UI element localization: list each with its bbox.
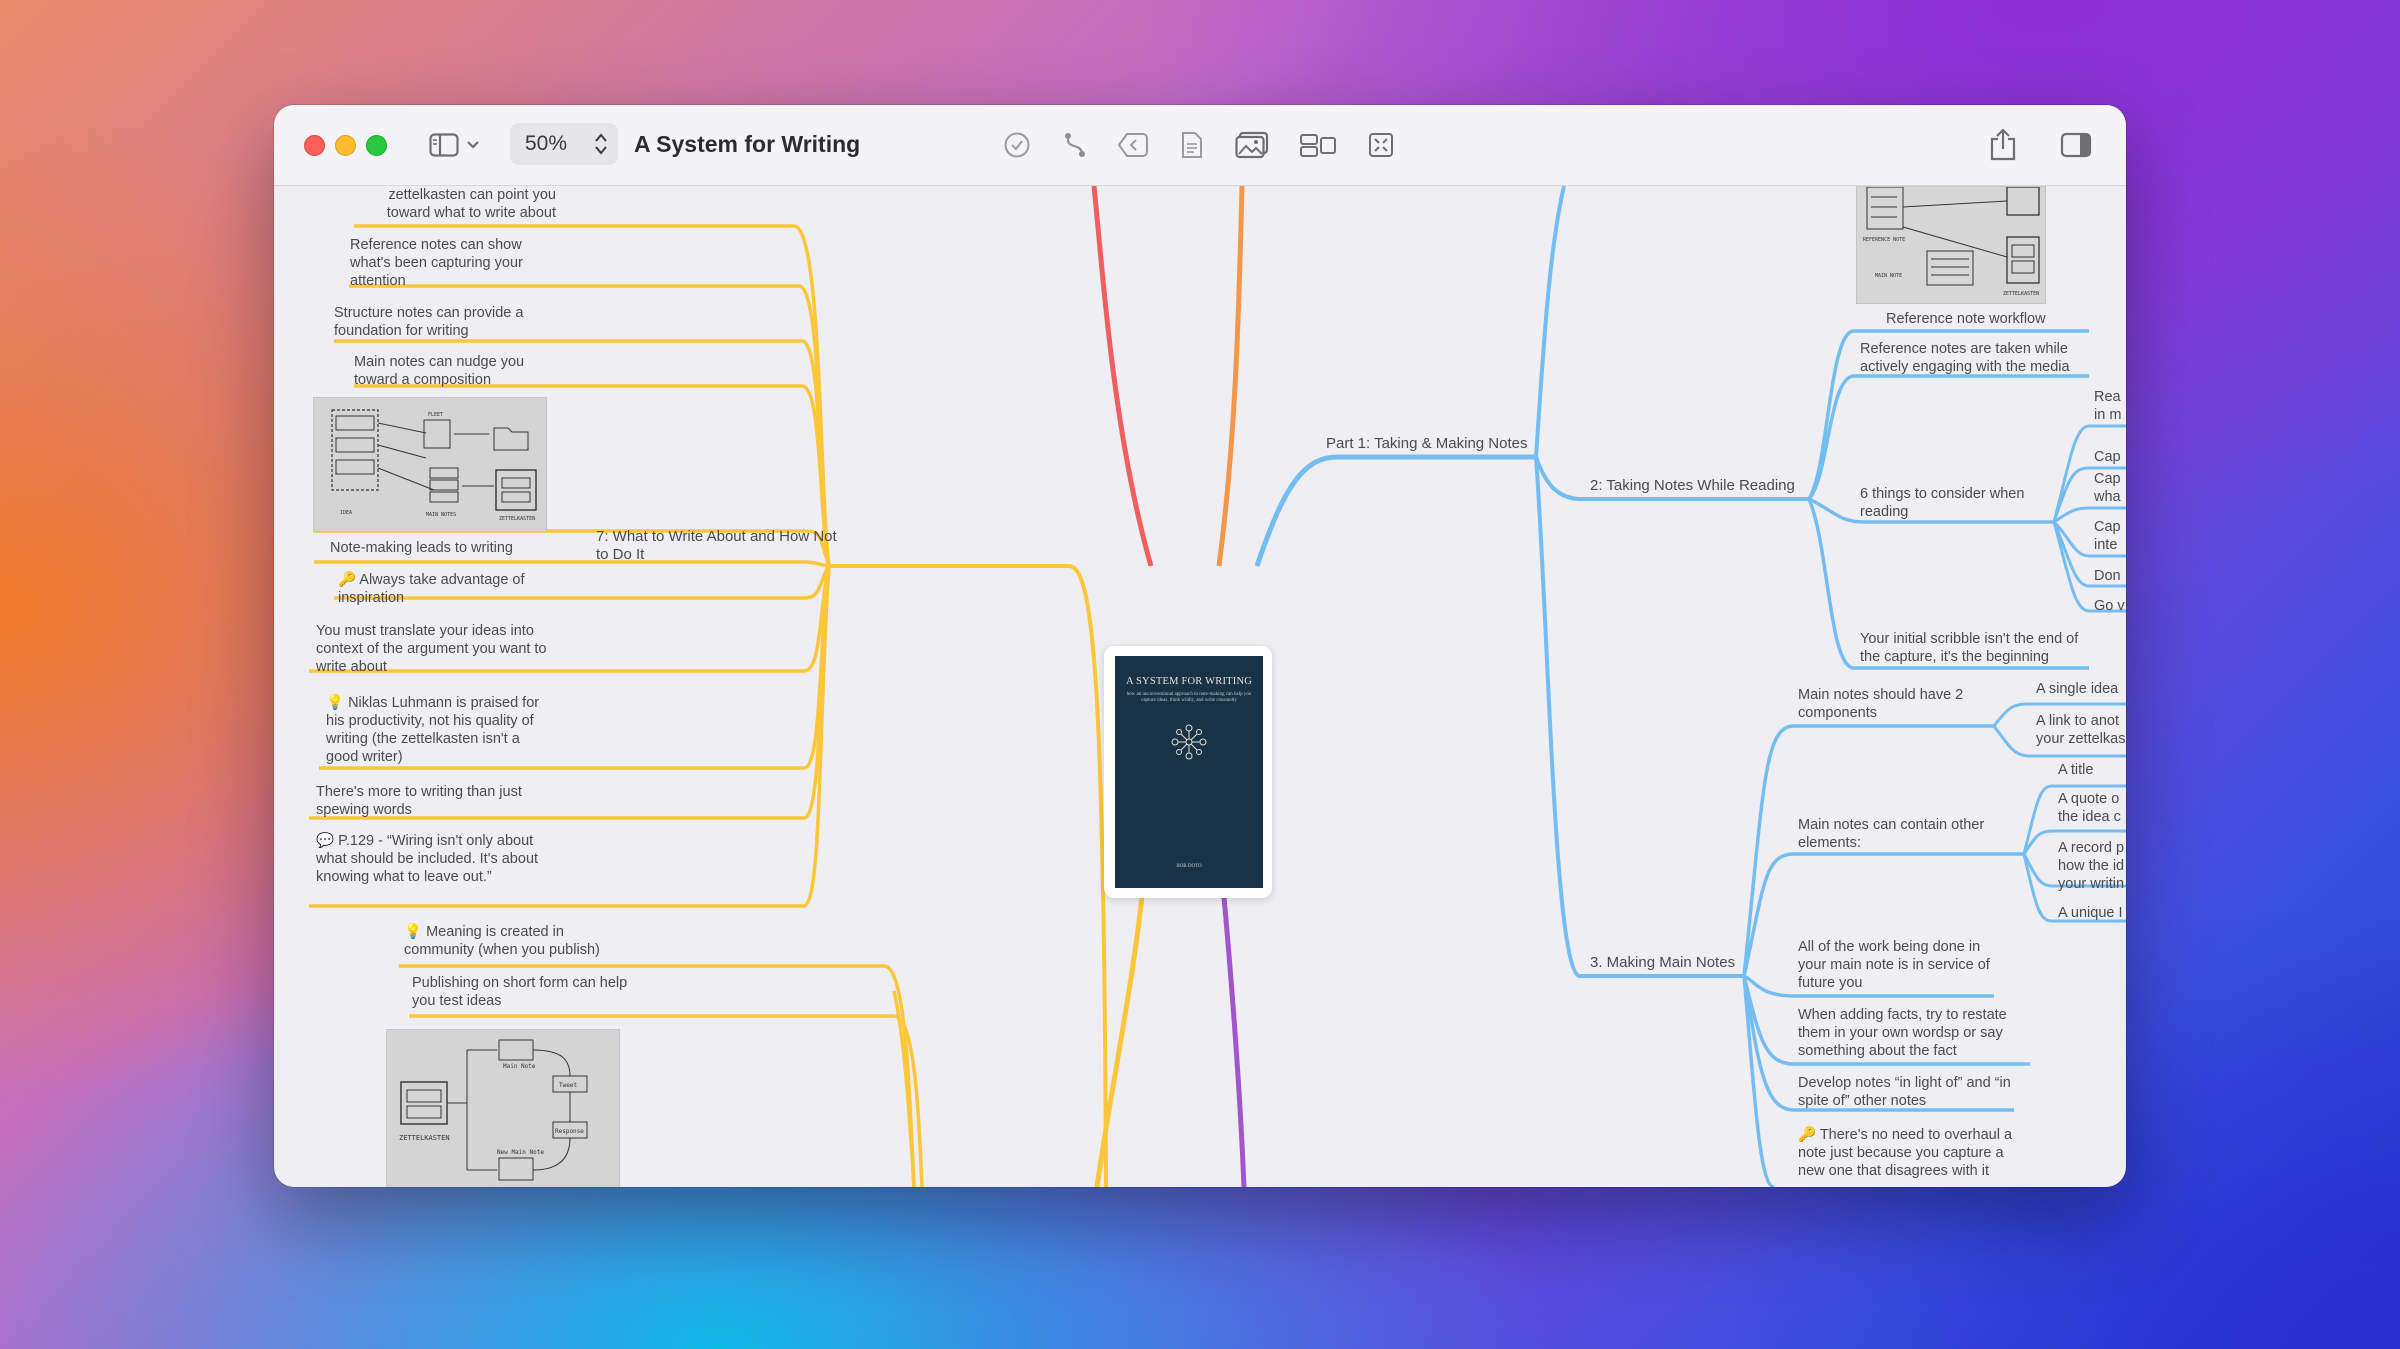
minimize-window-button[interactable] xyxy=(335,135,356,156)
inspector-icon[interactable] xyxy=(2058,127,2094,163)
main-notes-node-4[interactable]: When adding facts, try to restate them i… xyxy=(1798,1006,2028,1060)
diagram-label: IDEA xyxy=(340,510,352,516)
element-2[interactable]: A quote o the idea c xyxy=(2058,790,2126,826)
central-book-node[interactable]: A SYSTEM FOR WRITING how an unconvention… xyxy=(1104,646,1272,898)
document-title: A System for Writing xyxy=(634,131,861,157)
left-node-10[interactable]: 💬 P.129 - “Wiring isn't only about what … xyxy=(316,832,548,886)
diagram-label: New Main Note xyxy=(497,1149,544,1156)
reading-node-2[interactable]: Reference notes are taken while actively… xyxy=(1860,340,2090,376)
network-icon xyxy=(1171,724,1207,760)
layout-icon[interactable] xyxy=(1298,127,1338,163)
left-node-2[interactable]: Reference notes can show what's been cap… xyxy=(350,236,540,290)
component-1[interactable]: A single idea xyxy=(2036,680,2126,698)
left-node-1[interactable]: zettelkasten can point you toward what t… xyxy=(356,186,556,222)
element-1[interactable]: A title xyxy=(2058,761,2126,779)
zoom-control[interactable]: 50% xyxy=(510,123,618,165)
sidebar-icon[interactable] xyxy=(428,127,460,163)
consideration-1[interactable]: Rea in m xyxy=(2094,388,2126,424)
reference-note-workflow-node[interactable]: Reference note workflow xyxy=(1886,310,2086,328)
consideration-5[interactable]: Don xyxy=(2094,567,2126,585)
main-notes-node-6[interactable]: 🔑 There's no need to overhaul a note jus… xyxy=(1798,1126,2018,1180)
share-icon[interactable] xyxy=(1986,127,2020,163)
zoom-value: 50% xyxy=(525,132,568,155)
book-cover: A SYSTEM FOR WRITING how an unconvention… xyxy=(1115,656,1263,888)
consideration-2[interactable]: Cap xyxy=(2094,448,2126,466)
consideration-6[interactable]: Go v xyxy=(2094,597,2126,615)
diagram-label: FLEET xyxy=(428,412,443,418)
book-author: BOB DOTO xyxy=(1176,864,1202,869)
consideration-3[interactable]: Cap wha xyxy=(2094,470,2126,506)
taking-notes-reading-node[interactable]: 2: Taking Notes While Reading xyxy=(1590,477,1810,495)
checkmark-circle-icon[interactable] xyxy=(1001,127,1033,163)
diagram-label: REFERENCE NOTE xyxy=(1863,237,1905,243)
diagram-label: MAIN NOTE xyxy=(1875,273,1902,279)
consideration-4[interactable]: Cap inte xyxy=(2094,518,2126,554)
component-2[interactable]: A link to anot your zettelkas xyxy=(2036,712,2126,748)
left-node-5[interactable]: Note-making leads to writing xyxy=(330,539,540,557)
book-title: A SYSTEM FOR WRITING xyxy=(1125,676,1253,687)
image-icon[interactable] xyxy=(1234,127,1270,163)
diagram-label: Main Note xyxy=(503,1063,536,1070)
collapse-arrow-icon[interactable] xyxy=(1116,127,1150,163)
mind-map-canvas[interactable]: zettelkasten can point you toward what t… xyxy=(274,186,2126,1187)
left-node-8[interactable]: 💡 Niklas Luhmann is praised for his prod… xyxy=(326,694,551,766)
focus-icon[interactable] xyxy=(1366,127,1396,163)
left-node-6[interactable]: 🔑 Always take advantage of inspiration xyxy=(338,571,538,607)
connection-icon[interactable] xyxy=(1060,127,1090,163)
main-notes-node-3[interactable]: All of the work being done in your main … xyxy=(1798,938,2008,992)
toolbar: 50% A System for Writing xyxy=(274,105,2126,186)
diagram-label: MAIN NOTES xyxy=(426,512,456,518)
diagram-label: Tweet xyxy=(559,1082,577,1089)
main-notes-node-1[interactable]: Main notes should have 2 components xyxy=(1798,686,1988,722)
main-notes-node-2[interactable]: Main notes can contain other elements: xyxy=(1798,816,2013,852)
left-node-3[interactable]: Structure notes can provide a foundation… xyxy=(334,304,546,340)
writing-workflow-diagram: ZETTELKASTEN MAIN NOTES FLEET IDEA xyxy=(313,397,547,532)
left-node-7[interactable]: You must translate your ideas into conte… xyxy=(316,622,548,676)
publishing-workflow-diagram: ZETTELKASTEN Main Note Tweet Response Ne… xyxy=(386,1029,620,1187)
left-node-4[interactable]: Main notes can nudge you toward a compos… xyxy=(354,353,544,389)
diagram-label: ZETTELKASTEN xyxy=(2003,291,2039,297)
chevron-down-icon[interactable] xyxy=(464,127,482,163)
zoom-stepper-icon[interactable] xyxy=(594,132,608,156)
diagram-label: ZETTELKASTEN xyxy=(399,1134,450,1142)
left-node-9[interactable]: There's more to writing than just spewin… xyxy=(316,783,548,819)
diagram-label: Response xyxy=(555,1128,584,1135)
branch-what-to-write[interactable]: 7: What to Write About and How Not to Do… xyxy=(596,528,841,564)
left-lower-node-1[interactable]: 💡 Meaning is created in community (when … xyxy=(404,923,624,959)
main-notes-node-5[interactable]: Develop notes “in light of” and “in spit… xyxy=(1798,1074,2013,1110)
note-icon[interactable] xyxy=(1178,127,1206,163)
left-lower-node-2[interactable]: Publishing on short form can help you te… xyxy=(412,974,632,1010)
reading-node-3[interactable]: 6 things to consider when reading xyxy=(1860,485,2050,521)
diagram-label: ZETTELKASTEN xyxy=(499,516,535,522)
reading-node-4[interactable]: Your initial scribble isn't the end of t… xyxy=(1860,630,2090,666)
making-main-notes-node[interactable]: 3. Making Main Notes xyxy=(1590,954,1750,972)
close-window-button[interactable] xyxy=(304,135,325,156)
zoom-window-button[interactable] xyxy=(366,135,387,156)
element-3[interactable]: A record p how the id your writin xyxy=(2058,839,2126,893)
book-subtitle: how an unconventional approach to note-m… xyxy=(1126,692,1252,703)
part-1-node[interactable]: Part 1: Taking & Making Notes xyxy=(1326,435,1536,453)
reference-note-diagram: REFERENCE NOTE MAIN NOTE ZETTELKASTEN xyxy=(1856,186,2046,304)
app-window: 50% A System for Writing zettelkasten ca… xyxy=(274,105,2126,1187)
element-4[interactable]: A unique I xyxy=(2058,904,2126,922)
